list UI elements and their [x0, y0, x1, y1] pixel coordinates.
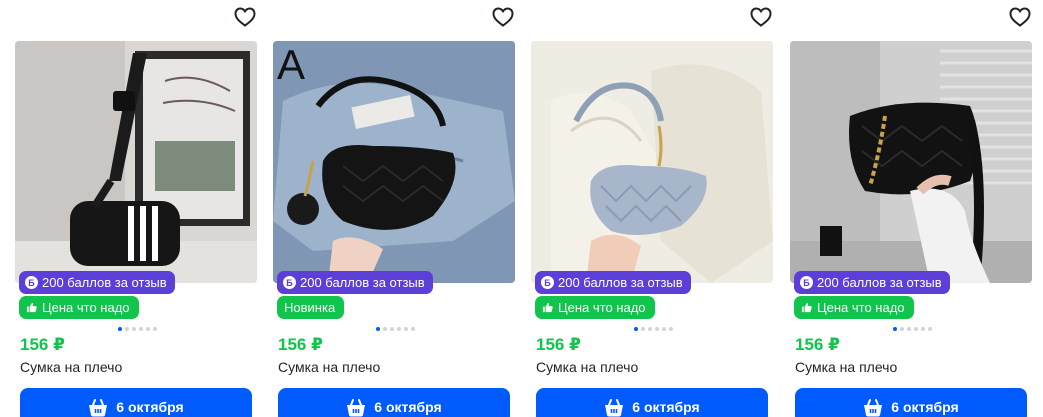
product-card[interactable]: Б 200 баллов за отзыв Цена что надо 156 …	[790, 0, 1032, 417]
product-title[interactable]: Сумка на плечо	[20, 359, 122, 375]
review-points-label: 200 баллов за отзыв	[817, 275, 942, 290]
pagination-dot[interactable]	[669, 327, 673, 331]
thumbs-up-icon	[542, 302, 553, 313]
favorite-heart-icon[interactable]	[1008, 5, 1032, 29]
new-item-badge: Новинка	[277, 296, 345, 319]
pagination-dot[interactable]	[404, 327, 408, 331]
basket-icon	[864, 399, 883, 417]
pagination-dot[interactable]	[125, 327, 129, 331]
photo-caption: A	[277, 41, 305, 88]
favorite-heart-icon[interactable]	[749, 5, 773, 29]
pagination-dot[interactable]	[928, 327, 932, 331]
pagination-dot[interactable]	[411, 327, 415, 331]
price-tag-label: Цена что надо	[42, 300, 130, 315]
pagination-dot[interactable]	[648, 327, 652, 331]
delivery-cart-button[interactable]: 6 октября	[20, 388, 252, 417]
pagination-dot[interactable]	[655, 327, 659, 331]
pagination-dot[interactable]	[390, 327, 394, 331]
delivery-date: 6 октября	[632, 399, 700, 415]
thumbs-up-icon	[801, 302, 812, 313]
review-points-badge: Б 200 баллов за отзыв	[535, 271, 691, 294]
photo-pagination[interactable]	[118, 327, 157, 331]
thumbs-up-icon	[26, 302, 37, 313]
pagination-dot[interactable]	[662, 327, 666, 331]
points-coin-icon: Б	[800, 276, 813, 289]
product-price: 156 ₽	[20, 335, 65, 354]
review-points-label: 200 баллов за отзыв	[300, 275, 425, 290]
basket-icon	[347, 399, 366, 417]
product-price: 156 ₽	[795, 335, 840, 354]
delivery-cart-button[interactable]: 6 октября	[278, 388, 510, 417]
price-tag-label: Цена что надо	[558, 300, 646, 315]
pagination-dot[interactable]	[153, 327, 157, 331]
pagination-dot-active[interactable]	[376, 327, 380, 331]
product-photo[interactable]	[790, 41, 1032, 283]
pagination-dot[interactable]	[921, 327, 925, 331]
delivery-cart-button[interactable]: 6 октября	[536, 388, 768, 417]
price-tag-badge: Цена что надо	[535, 296, 655, 319]
product-photo[interactable]: A	[273, 41, 515, 283]
review-points-badge: Б 200 баллов за отзыв	[794, 271, 950, 294]
favorite-heart-icon[interactable]	[491, 5, 515, 29]
pagination-dot[interactable]	[146, 327, 150, 331]
product-title[interactable]: Сумка на плечо	[536, 359, 638, 375]
delivery-date: 6 октября	[891, 399, 959, 415]
product-photo[interactable]	[531, 41, 773, 283]
points-coin-icon: Б	[541, 276, 554, 289]
photo-pagination[interactable]	[376, 327, 415, 331]
price-tag-badge: Цена что надо	[794, 296, 914, 319]
pagination-dot-active[interactable]	[893, 327, 897, 331]
basket-icon	[89, 399, 108, 417]
review-points-badge: Б 200 баллов за отзыв	[19, 271, 175, 294]
pagination-dot-active[interactable]	[118, 327, 122, 331]
price-tag-label: Цена что надо	[817, 300, 905, 315]
product-price: 156 ₽	[278, 335, 323, 354]
pagination-dot[interactable]	[132, 327, 136, 331]
photo-pagination[interactable]	[893, 327, 932, 331]
price-tag-badge: Цена что надо	[19, 296, 139, 319]
product-photo[interactable]	[15, 41, 257, 283]
pagination-dot[interactable]	[900, 327, 904, 331]
points-coin-icon: Б	[283, 276, 296, 289]
product-image	[15, 41, 257, 283]
points-coin-icon: Б	[25, 276, 38, 289]
delivery-date: 6 октября	[374, 399, 442, 415]
product-image	[531, 41, 773, 283]
product-card[interactable]: A Б 200 баллов за отзыв Новинка 156 ₽ Су…	[273, 0, 515, 417]
product-card[interactable]: Б 200 баллов за отзыв Цена что надо 156 …	[15, 0, 257, 417]
product-card[interactable]: Б 200 баллов за отзыв Цена что надо 156 …	[531, 0, 773, 417]
pagination-dot-active[interactable]	[634, 327, 638, 331]
review-points-label: 200 баллов за отзыв	[42, 275, 167, 290]
pagination-dot[interactable]	[914, 327, 918, 331]
favorite-heart-icon[interactable]	[233, 5, 257, 29]
delivery-date: 6 октября	[116, 399, 184, 415]
product-title[interactable]: Сумка на плечо	[278, 359, 380, 375]
pagination-dot[interactable]	[397, 327, 401, 331]
basket-icon	[605, 399, 624, 417]
product-image	[790, 41, 1032, 283]
product-image: A	[273, 41, 515, 283]
review-points-badge: Б 200 баллов за отзыв	[277, 271, 433, 294]
pagination-dot[interactable]	[383, 327, 387, 331]
pagination-dot[interactable]	[907, 327, 911, 331]
product-price: 156 ₽	[536, 335, 581, 354]
review-points-label: 200 баллов за отзыв	[558, 275, 683, 290]
new-item-label: Новинка	[284, 300, 336, 315]
photo-pagination[interactable]	[634, 327, 673, 331]
pagination-dot[interactable]	[641, 327, 645, 331]
pagination-dot[interactable]	[139, 327, 143, 331]
product-title[interactable]: Сумка на плечо	[795, 359, 897, 375]
product-grid: Б 200 баллов за отзыв Цена что надо 156 …	[0, 0, 1043, 417]
delivery-cart-button[interactable]: 6 октября	[795, 388, 1027, 417]
